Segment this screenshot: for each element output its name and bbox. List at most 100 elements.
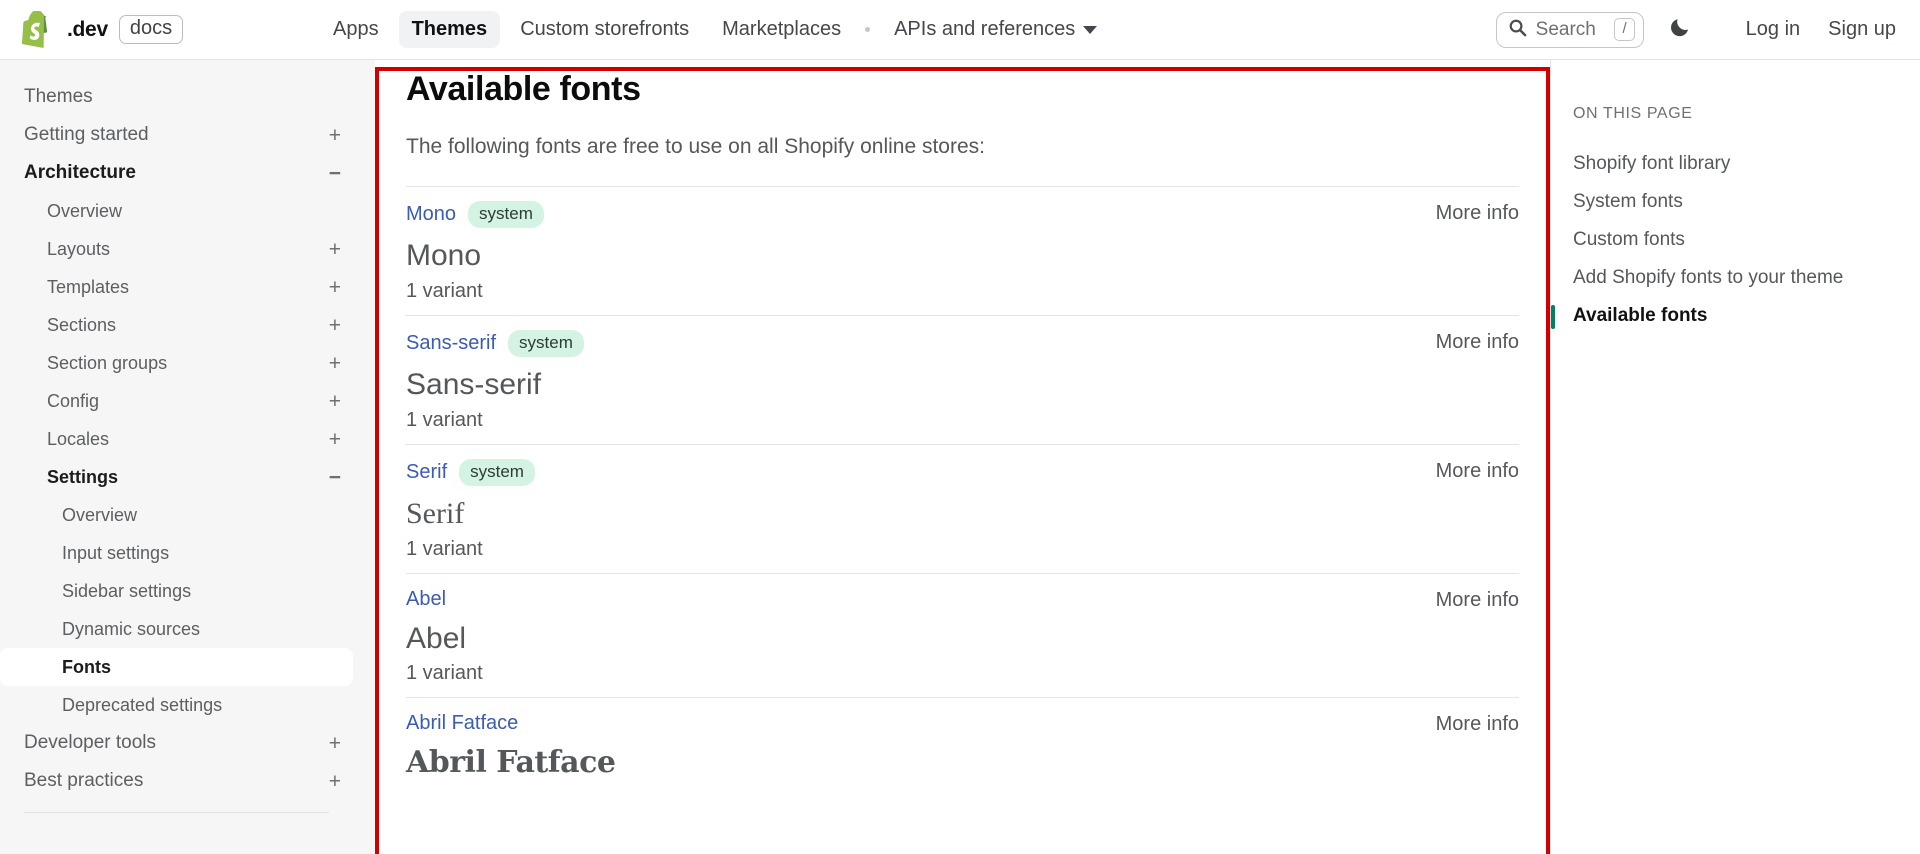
sidebar-item-input-settings[interactable]: Input settings [0, 534, 353, 572]
expand-icon[interactable]: + [329, 429, 341, 450]
toc-item-shopify-font-library[interactable]: Shopify font library [1573, 145, 1900, 183]
expand-icon[interactable]: + [329, 353, 341, 374]
sidebar-item-themes[interactable]: Themes [0, 78, 353, 116]
sidebar-item-label: Section groups [47, 352, 168, 373]
more-info-link[interactable]: More info [1436, 331, 1519, 354]
sidebar-item-overview[interactable]: Overview [0, 192, 353, 230]
on-this-page-list: Shopify font library System fonts Custom f… [1551, 145, 1900, 335]
more-info-link[interactable]: More info [1436, 202, 1519, 225]
sidebar-item-dynamic-sources[interactable]: Dynamic sources [0, 610, 353, 648]
sidebar-item-settings[interactable]: Settings − [0, 458, 353, 496]
collapse-icon[interactable]: − [329, 163, 341, 184]
sidebar-item-label: Templates [47, 276, 130, 297]
nav-item-themes[interactable]: Themes [398, 11, 501, 48]
font-variant-count: 1 variant [406, 279, 483, 302]
sidebar-item-label: Overview [47, 200, 123, 221]
brand-logo-area[interactable]: .dev docs [0, 10, 310, 49]
sidebar-item-section-groups[interactable]: Section groups + [0, 344, 353, 382]
font-row-header: Serif system [406, 458, 1519, 487]
collapse-icon[interactable]: − [329, 467, 341, 488]
sidebar-item-architecture[interactable]: Architecture − [0, 154, 353, 192]
font-name-link[interactable]: Sans-serif [406, 332, 496, 355]
sidebar-item-label: Layouts [47, 238, 111, 259]
nav-item-marketplaces[interactable]: Marketplaces [709, 11, 854, 48]
search-input[interactable]: Search / [1495, 11, 1644, 48]
sidebar-item-sidebar-settings[interactable]: Sidebar settings [0, 572, 353, 610]
sidebar-item-label: Input settings [62, 542, 170, 563]
expand-icon[interactable]: + [329, 771, 341, 792]
font-name-link[interactable]: Serif [406, 461, 447, 484]
sidebar-item-getting-started[interactable]: Getting started + [0, 116, 353, 154]
search-placeholder: Search [1535, 18, 1596, 40]
toc-item-system-fonts[interactable]: System fonts [1573, 183, 1900, 221]
sidebar-item-locales[interactable]: Locales + [0, 420, 353, 458]
font-name-link[interactable]: Mono [406, 203, 456, 226]
font-variant-count: 1 variant [406, 662, 483, 685]
sidebar-item-label: Best practices [24, 770, 144, 791]
shopify-bag-icon [22, 10, 56, 49]
main-content-area: Available fonts The following fonts are … [375, 60, 1550, 854]
brand-dev-label: .dev [67, 17, 108, 41]
system-badge: system [459, 458, 535, 487]
toc-item-label: Shopify font library [1573, 153, 1731, 174]
sidebar-item-best-practices[interactable]: Best practices + [0, 762, 353, 800]
toc-item-label: Available fonts [1573, 305, 1708, 326]
font-list-item: Abel More info Abel 1 variant [406, 572, 1519, 698]
expand-icon[interactable]: + [329, 277, 341, 298]
toc-active-accent-bar [1551, 305, 1555, 329]
sidebar-item-sections[interactable]: Sections + [0, 306, 353, 344]
toc-item-label: Custom fonts [1573, 229, 1685, 250]
expand-icon[interactable]: + [329, 315, 341, 336]
sidebar-item-label: Overview [62, 504, 138, 525]
sidebar-item-overview[interactable]: Overview [0, 496, 353, 534]
sidebar-item-layouts[interactable]: Layouts + [0, 230, 353, 268]
more-info-link[interactable]: More info [1436, 460, 1519, 483]
font-list-item: Serif system More info Serif 1 variant [406, 443, 1519, 573]
font-preview-text: Sans-serif [406, 368, 542, 402]
font-variant-count: 1 variant [406, 537, 483, 560]
log-in-link[interactable]: Log in [1746, 18, 1801, 41]
toc-item-available-fonts[interactable]: Available fonts [1551, 297, 1900, 335]
nav-item-custom-storefronts[interactable]: Custom storefronts [507, 11, 702, 48]
sidebar-item-fonts[interactable]: Fonts [0, 648, 353, 686]
sidebar-item-label: Sections [47, 314, 117, 335]
theme-toggle-button[interactable] [1668, 15, 1692, 44]
toc-item-custom-fonts[interactable]: Custom fonts [1573, 221, 1900, 259]
expand-icon[interactable]: + [329, 125, 341, 146]
sidebar-item-label: Locales [47, 428, 110, 449]
sign-up-link[interactable]: Sign up [1828, 18, 1896, 41]
brand-docs-label: docs [118, 15, 184, 44]
more-info-link[interactable]: More info [1436, 589, 1519, 612]
more-info-link[interactable]: More info [1436, 713, 1519, 736]
nav-item-apps[interactable]: Apps [320, 11, 392, 48]
sidebar-item-label: Settings [47, 466, 119, 487]
sidebar-item-label: Deprecated settings [62, 694, 223, 715]
expand-icon[interactable]: + [329, 239, 341, 260]
sidebar-item-developer-tools[interactable]: Developer tools + [0, 724, 353, 762]
system-badge: system [508, 329, 584, 358]
moon-icon [1668, 15, 1692, 44]
font-name-link[interactable]: Abel [406, 588, 446, 611]
font-list-item: Abril Fatface More info Abril Fatface [406, 697, 1519, 796]
sidebar-item-deprecated-settings[interactable]: Deprecated settings [0, 686, 353, 724]
top-navigation-bar: .dev docs Apps Themes Custom storefronts… [0, 0, 1920, 60]
expand-icon[interactable]: + [329, 733, 341, 754]
sidebar-item-label: Config [47, 390, 100, 411]
page-body: Themes Getting started + Architecture − Overv… [0, 60, 1920, 854]
on-this-page-sidebar: ON THIS PAGE Shopify font library System … [1550, 60, 1920, 854]
left-sidebar: Themes Getting started + Architecture − Overv… [0, 60, 375, 854]
sidebar-item-templates[interactable]: Templates + [0, 268, 353, 306]
font-name-link[interactable]: Abril Fatface [406, 712, 518, 735]
toc-item-add-shopify-fonts-to-your-theme[interactable]: Add Shopify fonts to your theme [1573, 259, 1900, 297]
chevron-down-icon [1083, 25, 1098, 34]
system-badge: system [468, 201, 544, 229]
nav-separator-dot [865, 27, 871, 32]
font-row-header: Sans-serif system [406, 329, 1519, 358]
sidebar-item-config[interactable]: Config + [0, 382, 353, 420]
expand-icon[interactable]: + [329, 391, 341, 412]
sidebar-item-label: Fonts [62, 656, 111, 677]
nav-item-apis-and-references[interactable]: APIs and references [881, 11, 1110, 48]
font-list: Mono system More info Mono 1 variant Sans-ser… [406, 186, 1519, 796]
font-list-item: Sans-serif system More info Sans-serif 1 var… [406, 314, 1519, 444]
font-row-header: Abel [406, 588, 1519, 611]
